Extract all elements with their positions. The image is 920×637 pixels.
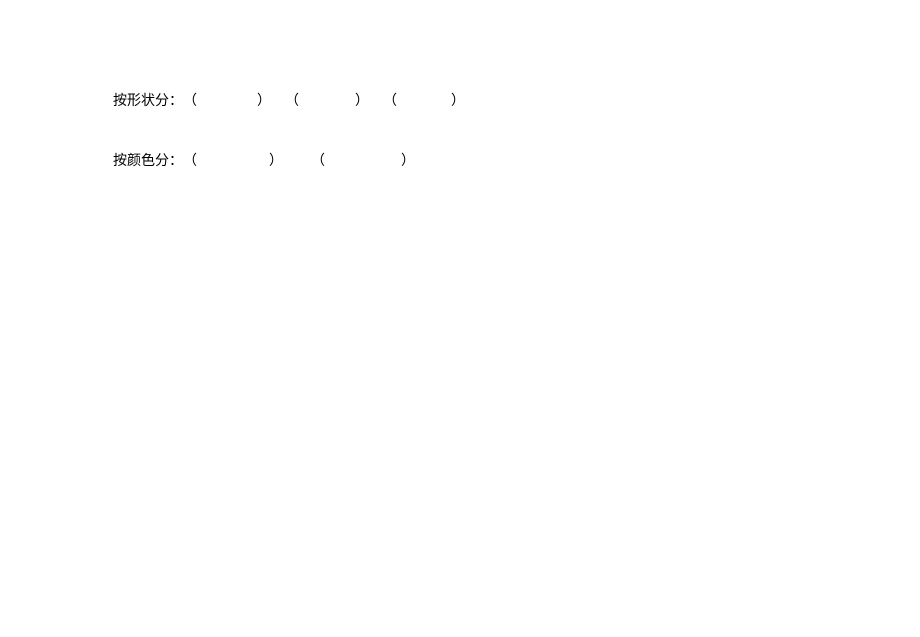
paren-close: ） <box>269 150 283 170</box>
line-by-color: 按颜色分： （ ） （ ） <box>113 150 465 170</box>
paren-open: （ <box>383 90 397 110</box>
blank-group-shape-1: （ ） <box>183 90 271 110</box>
blank-group-shape-3: （ ） <box>383 90 465 110</box>
worksheet-content: 按形状分： （ ） （ ） （ ） 按颜色分： （ ） （ ） <box>113 90 465 170</box>
label-by-shape: 按形状分： <box>113 90 183 110</box>
paren-close: ） <box>451 90 465 110</box>
line-by-shape: 按形状分： （ ） （ ） （ ） <box>113 90 465 110</box>
blank-group-shape-2: （ ） <box>285 90 369 110</box>
label-by-color: 按颜色分： <box>113 150 183 170</box>
paren-open: （ <box>285 90 299 110</box>
paren-open: （ <box>183 90 197 110</box>
blank-group-color-2: （ ） <box>311 150 415 170</box>
paren-close: ） <box>257 90 271 110</box>
paren-open: （ <box>311 150 325 170</box>
blank-group-color-1: （ ） <box>183 150 283 170</box>
paren-close: ） <box>355 90 369 110</box>
paren-open: （ <box>183 150 197 170</box>
paren-close: ） <box>401 150 415 170</box>
